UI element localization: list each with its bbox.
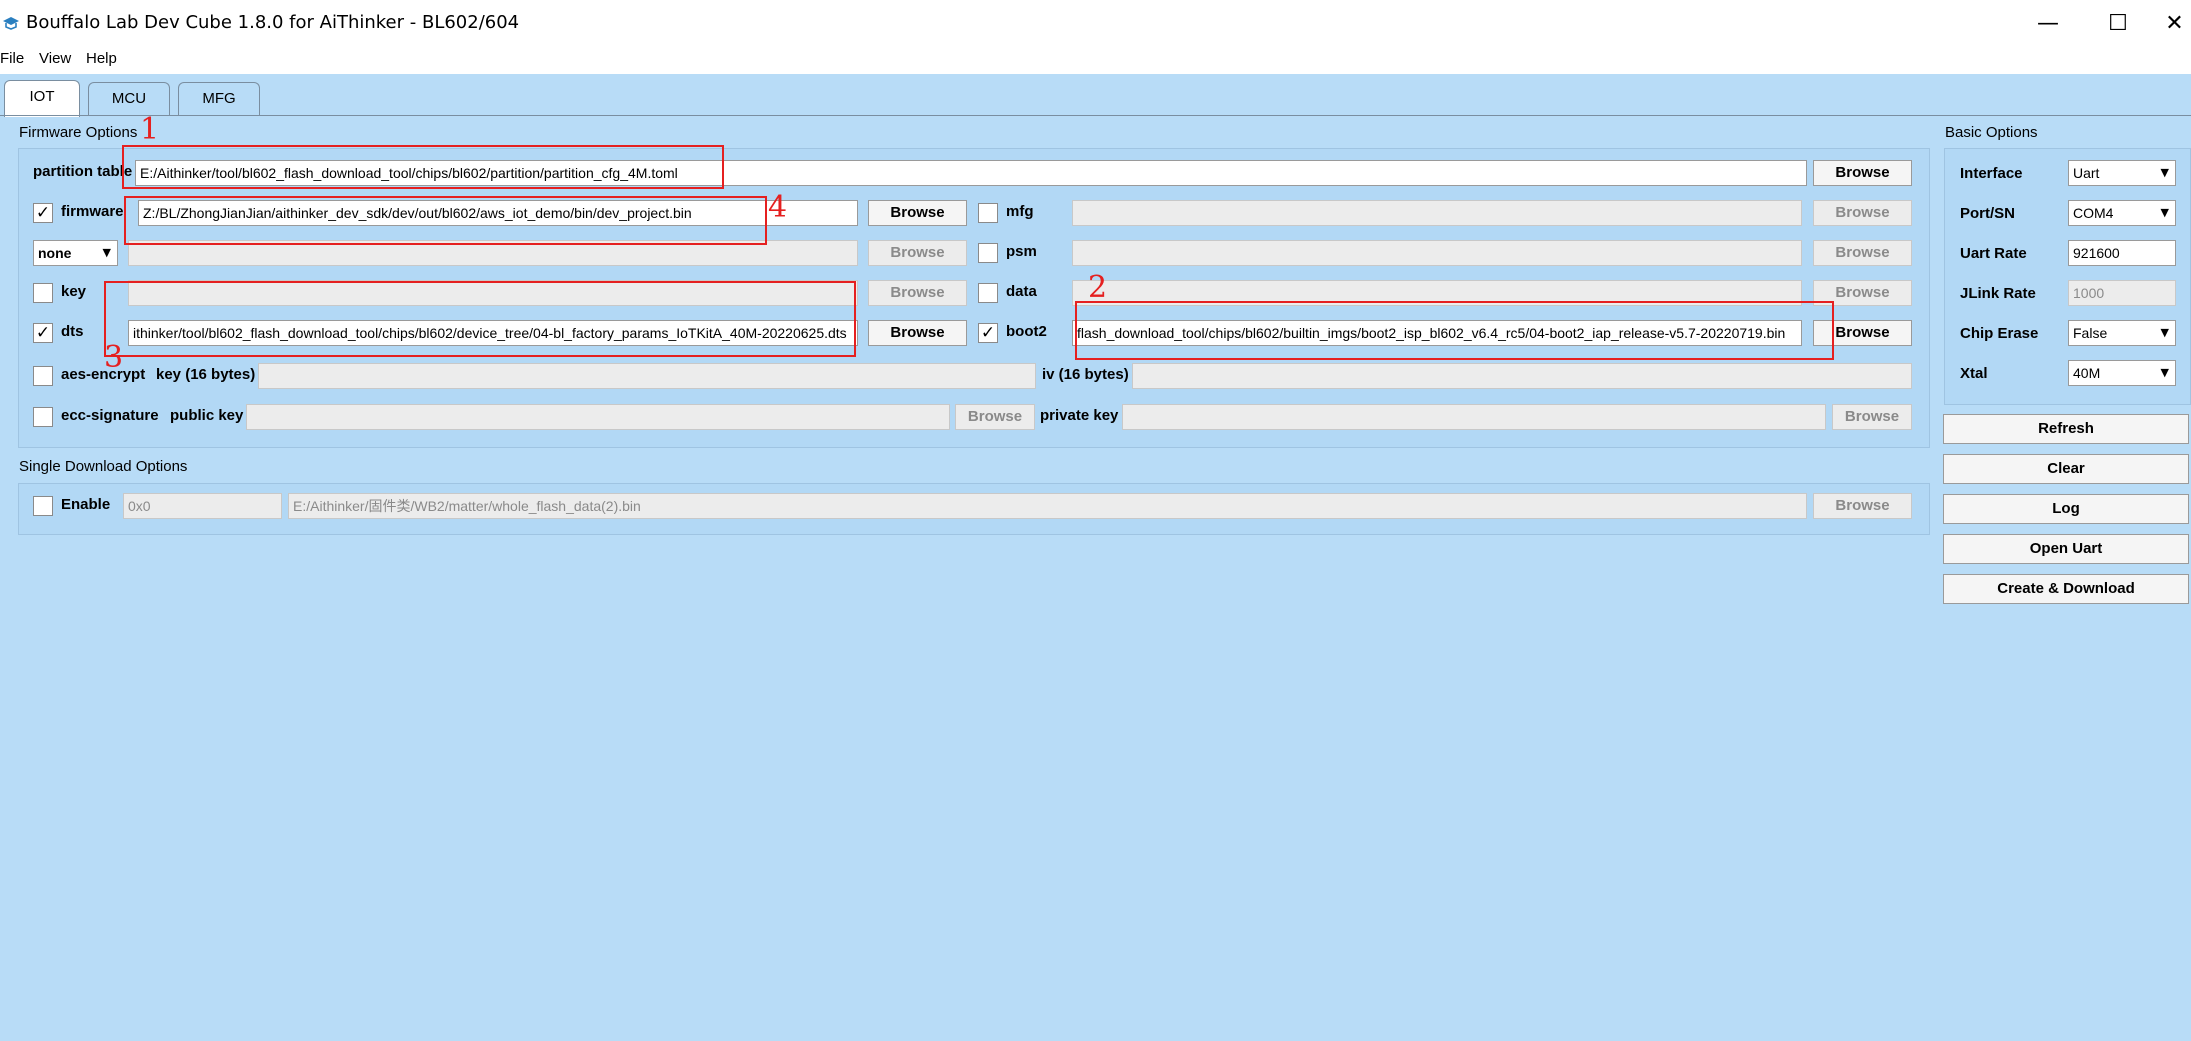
- aes-key-label: key (16 bytes): [156, 366, 256, 383]
- chevron-down-icon: ▼: [2160, 166, 2169, 179]
- public-key-browse-button[interactable]: Browse: [955, 404, 1035, 430]
- port-sn-select[interactable]: COM4 ▼: [2068, 200, 2176, 226]
- chevron-down-icon: ▼: [2160, 366, 2169, 379]
- annotation-box-1: [122, 145, 724, 189]
- interface-select[interactable]: Uart ▼: [2068, 160, 2176, 186]
- maximize-button[interactable]: ☐: [2088, 8, 2148, 40]
- tab-divider: [0, 115, 2191, 116]
- refresh-button[interactable]: Refresh: [1943, 414, 2189, 444]
- aes-iv-input[interactable]: [1132, 363, 1912, 389]
- data-checkbox[interactable]: [978, 283, 998, 303]
- jlink-rate-input[interactable]: 1000: [2068, 280, 2176, 306]
- dts-label: dts: [61, 323, 84, 340]
- menu-view[interactable]: View: [39, 50, 71, 67]
- xtal-select[interactable]: 40M ▼: [2068, 360, 2176, 386]
- log-button[interactable]: Log: [1943, 494, 2189, 524]
- private-key-browse-button[interactable]: Browse: [1832, 404, 1912, 430]
- interface-value: Uart: [2073, 165, 2100, 181]
- psm-browse-button[interactable]: Browse: [1813, 240, 1912, 266]
- aes-key-input[interactable]: [258, 363, 1036, 389]
- port-sn-value: COM4: [2073, 205, 2114, 221]
- menu-file[interactable]: File: [0, 50, 24, 67]
- tab-mfg[interactable]: MFG: [178, 82, 260, 115]
- chip-erase-select[interactable]: False ▼: [2068, 320, 2176, 346]
- menu-bar: [0, 48, 2191, 74]
- firmware-checkbox[interactable]: ✓: [33, 203, 53, 223]
- menu-help[interactable]: Help: [86, 50, 117, 67]
- public-key-label: public key: [170, 407, 244, 424]
- psm-input[interactable]: [1072, 240, 1802, 266]
- interface-label: Interface: [1960, 165, 2023, 182]
- single-download-file-input[interactable]: E:/Aithinker/固件类/WB2/matter/whole_flash_…: [288, 493, 1807, 519]
- chip-erase-label: Chip Erase: [1960, 325, 2039, 342]
- firmware-options-label: Firmware Options: [19, 124, 138, 141]
- annotation-label-1: 1: [140, 112, 160, 147]
- annotation-label-3: 3: [104, 340, 124, 375]
- close-button[interactable]: ✕: [2158, 8, 2191, 40]
- jlink-rate-label: JLink Rate: [1960, 285, 2036, 302]
- chip-erase-value: False: [2073, 325, 2108, 341]
- key-checkbox[interactable]: [33, 283, 53, 303]
- uart-rate-input[interactable]: 921600: [2068, 240, 2176, 266]
- psm-label: psm: [1006, 243, 1037, 260]
- ecc-signature-checkbox[interactable]: [33, 407, 53, 427]
- mfg-input[interactable]: [1072, 200, 1802, 226]
- aes-iv-label: iv (16 bytes): [1042, 366, 1129, 383]
- firmware-browse-button[interactable]: Browse: [868, 200, 967, 226]
- public-key-input[interactable]: [246, 404, 950, 430]
- private-key-input[interactable]: [1122, 404, 1826, 430]
- xtal-label: Xtal: [1960, 365, 1988, 382]
- image-type-select[interactable]: none ▼: [33, 240, 118, 266]
- aes-encrypt-checkbox[interactable]: [33, 366, 53, 386]
- xtal-value: 40M: [2073, 365, 2101, 381]
- open-uart-button[interactable]: Open Uart: [1943, 534, 2189, 564]
- single-download-enable-checkbox[interactable]: [33, 496, 53, 516]
- boot2-label: boot2: [1006, 323, 1047, 340]
- single-download-address-input[interactable]: 0x0: [123, 493, 282, 519]
- image-type-value: none: [38, 245, 72, 261]
- dts-browse-button[interactable]: Browse: [868, 320, 967, 346]
- window-title: Bouffalo Lab Dev Cube 1.8.0 for AiThinke…: [26, 12, 520, 33]
- none-browse-button[interactable]: Browse: [868, 240, 967, 266]
- dts-checkbox[interactable]: ✓: [33, 323, 53, 343]
- psm-checkbox[interactable]: [978, 243, 998, 263]
- ecc-signature-label: ecc-signature: [61, 407, 159, 424]
- private-key-label: private key: [1040, 407, 1119, 424]
- port-sn-label: Port/SN: [1960, 205, 2016, 222]
- tab-iot[interactable]: IOT: [4, 80, 80, 117]
- chevron-down-icon: ▼: [102, 246, 111, 259]
- mfg-label: mfg: [1006, 203, 1034, 220]
- partition-table-browse-button[interactable]: Browse: [1813, 160, 1912, 186]
- create-download-button[interactable]: Create & Download: [1943, 574, 2189, 604]
- annotation-box-2: [1075, 301, 1834, 360]
- firmware-label: firmware: [61, 203, 124, 220]
- minimize-button[interactable]: —: [2018, 8, 2078, 40]
- basic-options-label: Basic Options: [1945, 124, 2038, 141]
- single-download-label: Single Download Options: [19, 458, 188, 475]
- annotation-box-4: [124, 196, 767, 245]
- chevron-down-icon: ▼: [2160, 206, 2169, 219]
- single-download-browse-button[interactable]: Browse: [1813, 493, 1912, 519]
- app-icon: [3, 17, 19, 30]
- annotation-box-3: [104, 281, 856, 357]
- partition-table-label: partition table: [33, 163, 133, 180]
- key-label: key: [61, 283, 87, 300]
- clear-button[interactable]: Clear: [1943, 454, 2189, 484]
- chevron-down-icon: ▼: [2160, 326, 2169, 339]
- tab-mcu[interactable]: MCU: [88, 82, 170, 115]
- data-label: data: [1006, 283, 1037, 300]
- mfg-checkbox[interactable]: [978, 203, 998, 223]
- boot2-checkbox[interactable]: ✓: [978, 323, 998, 343]
- key-browse-button[interactable]: Browse: [868, 280, 967, 306]
- annotation-label-2: 2: [1088, 270, 1108, 305]
- annotation-label-4: 4: [768, 190, 788, 225]
- mfg-browse-button[interactable]: Browse: [1813, 200, 1912, 226]
- single-download-enable-label: Enable: [61, 496, 111, 513]
- uart-rate-label: Uart Rate: [1960, 245, 2027, 262]
